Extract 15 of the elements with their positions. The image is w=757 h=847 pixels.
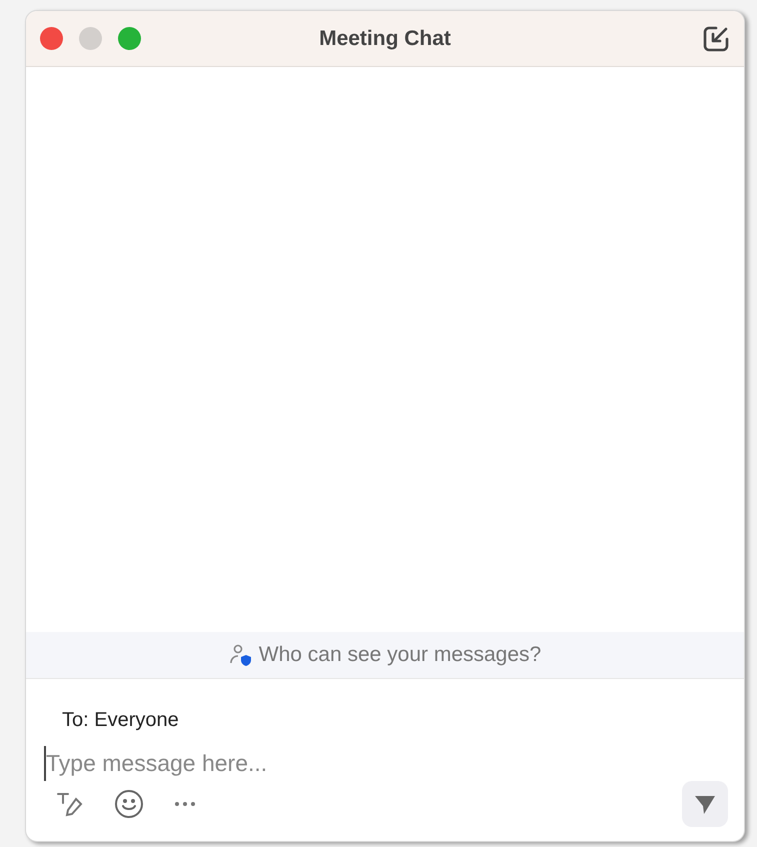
maximize-button[interactable]: [118, 27, 141, 50]
format-button[interactable]: [56, 790, 84, 818]
more-icon: [174, 801, 196, 807]
format-icon: [56, 790, 84, 818]
emoji-button[interactable]: [114, 789, 144, 819]
window-title: Meeting Chat: [319, 26, 451, 50]
send-button[interactable]: [682, 781, 728, 827]
notice-bar[interactable]: Who can see your messages?: [26, 632, 744, 679]
smiley-icon: [114, 789, 144, 819]
pop-in-icon[interactable]: [702, 24, 730, 52]
more-button[interactable]: [174, 801, 196, 807]
notice-text: Who can see your messages?: [258, 643, 542, 667]
close-button[interactable]: [40, 27, 63, 50]
person-shield-icon: [228, 643, 253, 667]
recipient-label[interactable]: To: Everyone: [62, 709, 179, 732]
